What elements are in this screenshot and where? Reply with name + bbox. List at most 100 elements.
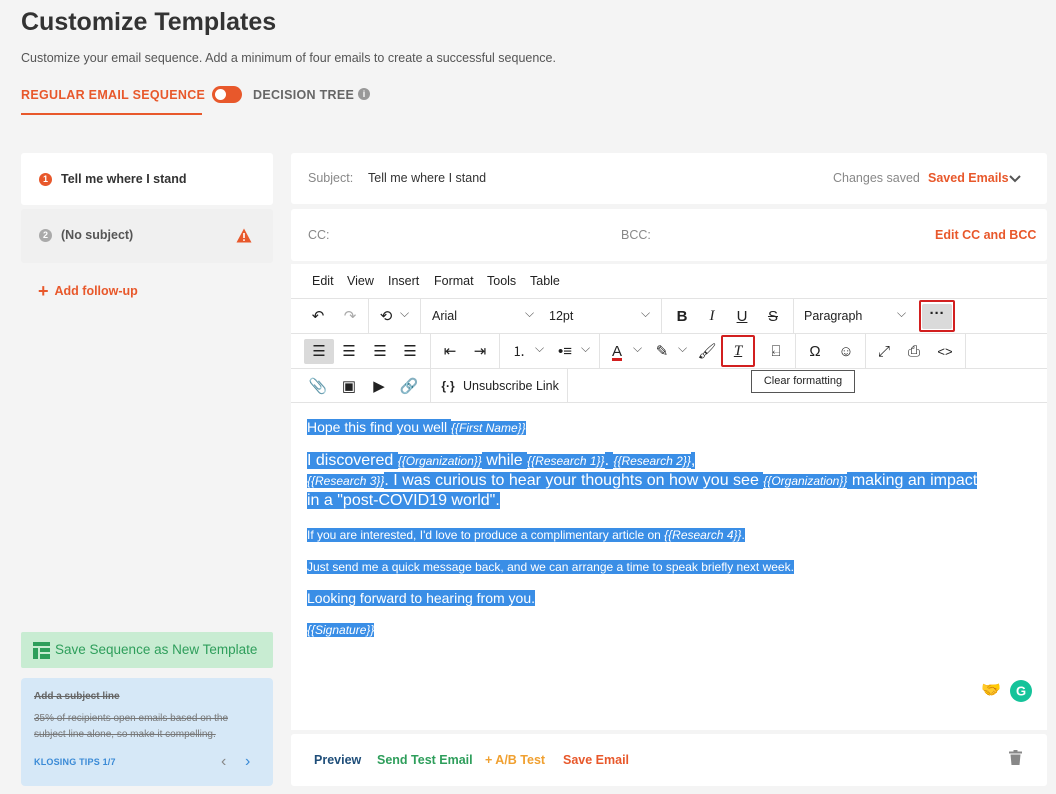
font-size-select[interactable]: 12pt xyxy=(549,309,573,323)
italic-icon[interactable]: I xyxy=(701,304,723,329)
svg-text:G: G xyxy=(1016,684,1026,699)
font-family-select[interactable]: Arial xyxy=(432,309,457,323)
source-code-icon[interactable]: <> xyxy=(934,339,956,364)
send-test-email-button[interactable]: Send Test Email xyxy=(377,753,473,767)
item-number-badge: 1 xyxy=(39,173,52,186)
page-break-icon[interactable]: ⍇ xyxy=(765,339,787,364)
body-line: in a "post-COVID19 world". xyxy=(307,492,500,509)
highlight-box xyxy=(919,300,955,332)
chevron-left-icon[interactable]: ‹ xyxy=(221,753,226,771)
menu-tools[interactable]: Tools xyxy=(487,274,516,288)
image-icon[interactable]: ▣ xyxy=(338,374,360,399)
warning-icon xyxy=(236,228,252,243)
save-status: Changes saved xyxy=(833,171,920,185)
cc-bcc-bar: CC: BCC: Edit CC and BCC xyxy=(291,209,1047,261)
menu-table[interactable]: Table xyxy=(530,274,560,288)
sequence-item-label: (No subject) xyxy=(61,228,134,242)
plus-icon: + xyxy=(38,281,49,301)
trash-icon[interactable] xyxy=(1009,750,1022,765)
preview-button[interactable]: Preview xyxy=(314,753,361,767)
chevron-down-icon[interactable] xyxy=(1009,173,1021,185)
save-email-button[interactable]: Save Email xyxy=(563,753,629,767)
sequence-item-1[interactable]: 1 Tell me where I stand xyxy=(21,153,273,205)
variable-braces-icon[interactable]: {·} xyxy=(437,374,459,399)
indent-icon[interactable]: ⇥ xyxy=(469,339,491,364)
toolbar-row-2: ☰ ☰ ☰ ☰ ⇤ ⇥ ⒈ ⌵ •≡ ⌵ A ⌵ ✎ ⌵ 🖌 T ⍇ Ω ☺ ⤢… xyxy=(291,333,1047,368)
menu-format[interactable]: Format xyxy=(434,274,474,288)
unsubscribe-link-button[interactable]: Unsubscribe Link xyxy=(463,379,559,393)
strikethrough-icon[interactable]: S xyxy=(762,304,784,329)
attachment-icon[interactable]: 📎 xyxy=(307,374,329,399)
subject-bar: Subject: Tell me where I stand Changes s… xyxy=(291,153,1047,204)
text-color-icon[interactable]: A xyxy=(606,339,628,364)
menu-insert[interactable]: Insert xyxy=(388,274,419,288)
print-icon[interactable]: ⎙ xyxy=(903,339,925,364)
outdent-icon[interactable]: ⇤ xyxy=(439,339,461,364)
chevron-down-icon[interactable]: ⌵ xyxy=(581,341,590,356)
toolbar-row-3: 📎 ▣ ▶ 🔗 {·} Unsubscribe Link xyxy=(291,368,1047,403)
tab-regular-email-sequence[interactable]: REGULAR EMAIL SEQUENCE xyxy=(21,88,205,102)
save-sequence-template-button[interactable]: Save Sequence as New Template xyxy=(21,632,273,668)
bullet-list-icon[interactable]: •≡ xyxy=(554,339,576,364)
subject-input[interactable]: Tell me where I stand xyxy=(368,171,486,185)
special-character-icon[interactable]: Ω xyxy=(804,339,826,364)
underline-icon[interactable]: U xyxy=(731,304,753,329)
clear-formatting-tooltip: Clear formatting xyxy=(751,370,855,393)
emoji-icon[interactable]: ☺ xyxy=(835,339,857,364)
paint-format-icon[interactable]: 🖌 xyxy=(696,339,718,364)
saved-emails-button[interactable]: Saved Emails xyxy=(928,171,1009,185)
chevron-down-icon[interactable]: ⌵ xyxy=(641,306,650,321)
link-icon[interactable]: 🔗 xyxy=(398,374,420,399)
sequence-item-2[interactable]: 2 (No subject) xyxy=(21,209,273,263)
handshake-icon[interactable]: 🤝 xyxy=(981,680,1001,700)
video-icon[interactable]: ▶ xyxy=(368,374,390,399)
tab-decision-tree[interactable]: DECISION TREE xyxy=(253,88,354,102)
align-justify-icon[interactable]: ☰ xyxy=(399,339,421,364)
grammarly-icon[interactable]: G xyxy=(1010,680,1032,702)
block-format-select[interactable]: Paragraph xyxy=(804,309,862,323)
editor-menubar: Edit View Insert Format Tools Table xyxy=(291,264,1047,298)
tip-text: 35% of recipients open emails based on t… xyxy=(34,713,229,740)
body-line: I discovered {{Organization}} while {{Re… xyxy=(307,452,696,469)
chevron-down-icon[interactable]: ⌵ xyxy=(400,306,409,321)
chevron-down-icon[interactable]: ⌵ xyxy=(678,341,687,356)
email-actions-bar: Preview Send Test Email + A/B Test Save … xyxy=(291,734,1047,786)
format-painter-undo-icon[interactable]: ⟲ xyxy=(375,304,397,329)
body-line: {{Signature}} xyxy=(307,623,375,637)
highlight-color-icon[interactable]: ✎ xyxy=(651,339,673,364)
add-followup-button[interactable]: + Add follow-up xyxy=(38,281,138,302)
align-left-icon[interactable]: ☰ xyxy=(304,339,334,364)
sequence-type-toggle[interactable] xyxy=(212,86,242,103)
sequence-item-label: Tell me where I stand xyxy=(61,172,187,186)
menu-edit[interactable]: Edit xyxy=(312,274,334,288)
toolbar-row-1: ↶ ↷ ⟲ ⌵ Arial ⌵ 12pt ⌵ B I U S Paragraph… xyxy=(291,298,1047,333)
chevron-right-icon[interactable]: › xyxy=(245,753,250,771)
body-line: {{Research 3}}. I was curious to hear yo… xyxy=(307,472,978,489)
align-right-icon[interactable]: ☰ xyxy=(369,339,391,364)
active-tab-indicator xyxy=(21,113,202,115)
ab-test-button[interactable]: + A/B Test xyxy=(485,753,545,767)
page-title: Customize Templates xyxy=(21,8,277,36)
info-icon[interactable]: i xyxy=(358,88,370,100)
page-subtitle: Customize your email sequence. Add a min… xyxy=(21,51,556,65)
numbered-list-icon[interactable]: ⒈ xyxy=(508,339,530,364)
fullscreen-icon[interactable]: ⤢ xyxy=(873,339,895,364)
subject-label: Subject: xyxy=(308,171,354,185)
undo-icon[interactable]: ↶ xyxy=(307,304,329,329)
redo-icon[interactable]: ↷ xyxy=(339,304,361,329)
email-editor: Edit View Insert Format Tools Table ↶ ↷ … xyxy=(291,264,1047,730)
bold-icon[interactable]: B xyxy=(671,304,693,329)
tip-counter: KLOSING TIPS 1/7 xyxy=(34,757,116,767)
edit-cc-bcc-link[interactable]: Edit CC and BCC xyxy=(935,228,1036,242)
menu-view[interactable]: View xyxy=(347,274,374,288)
cc-field[interactable]: CC: xyxy=(308,228,330,242)
chevron-down-icon[interactable]: ⌵ xyxy=(633,341,642,356)
align-center-icon[interactable]: ☰ xyxy=(338,339,360,364)
bcc-field[interactable]: BCC: xyxy=(621,228,651,242)
tip-title: Add a subject line xyxy=(34,691,120,702)
chevron-down-icon[interactable]: ⌵ xyxy=(535,341,544,356)
body-line: Looking forward to hearing from you. xyxy=(307,590,536,606)
template-icon xyxy=(33,642,50,659)
chevron-down-icon[interactable]: ⌵ xyxy=(525,306,534,321)
chevron-down-icon[interactable]: ⌵ xyxy=(897,306,906,321)
